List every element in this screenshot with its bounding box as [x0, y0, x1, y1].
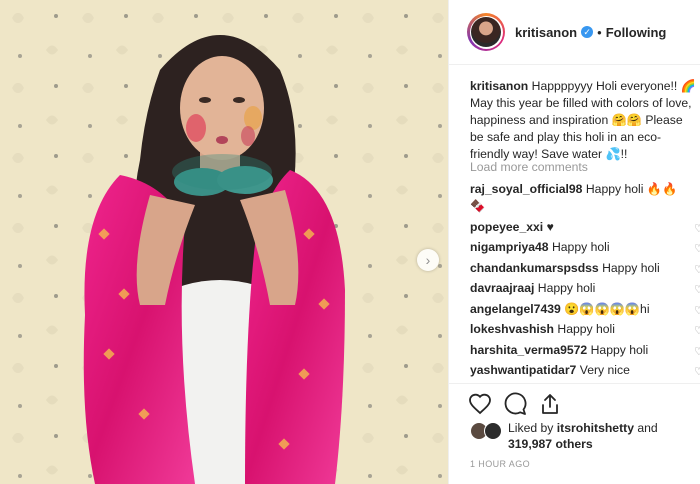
comment-username[interactable]: raj_soyal_official98 [470, 182, 582, 196]
comment-text: Happy holi [557, 322, 615, 336]
post-caption: kritisanon Happppyyy Holi everyone!! 🌈 M… [470, 78, 696, 163]
comment-username[interactable]: lokeshvashish [470, 322, 554, 336]
comment-text: Happy holi [551, 240, 610, 254]
heart-outline-icon[interactable] [468, 392, 492, 416]
comment-like-heart-icon[interactable]: ♡ [694, 364, 700, 381]
likes-count[interactable]: 319,987 others [508, 437, 593, 451]
comment-username[interactable]: harshita_verma9572 [470, 343, 587, 357]
comment-text: Happy holi [537, 281, 596, 295]
comment-like-heart-icon[interactable]: ♡ [694, 282, 700, 299]
post-photo[interactable] [0, 0, 448, 484]
comment: harshita_verma9572 Happy holi ♡ [470, 342, 700, 359]
post-timestamp[interactable]: 1 HOUR AGO [470, 459, 530, 469]
liker-username[interactable]: itsrohitshetty [557, 421, 634, 435]
comment-text: Happy holi [602, 260, 660, 275]
comment: davraajraaj Happy holi ♡ [470, 280, 700, 297]
comment-text: ♥ [546, 219, 554, 234]
comment-text: Very nice [579, 363, 630, 377]
comment: angelangel7439 😮😱😱😱😱hi ♡ [470, 301, 700, 318]
header-username[interactable]: kritisanon [515, 25, 577, 40]
comment: yashwantipatidar7 Very nice ♡ [470, 362, 700, 379]
caption-username[interactable]: kritisanon [470, 79, 528, 93]
comment-like-heart-icon[interactable]: ♡ [694, 323, 700, 340]
verified-badge-icon: ✓ [581, 26, 594, 38]
comment: chandankumarspsdss Happy holi ♡ [470, 260, 700, 277]
share-icon[interactable] [538, 392, 562, 416]
liker-avatar[interactable] [484, 422, 502, 440]
following-button[interactable]: Following [606, 25, 667, 40]
comment: nigampriya48 Happy holi ♡ [470, 239, 700, 256]
comment-username[interactable]: yashwantipatidar7 [470, 363, 576, 377]
comment-bubble-icon[interactable] [503, 392, 527, 416]
comment-username[interactable]: popeyee_xxi [470, 220, 543, 234]
load-more-comments[interactable]: Load more comments [470, 160, 588, 174]
comment: popeyee_xxi ♥ ♡ [470, 219, 700, 236]
comment-username[interactable]: nigampriya48 [470, 240, 549, 254]
comment-like-heart-icon[interactable]: ♡ [694, 241, 700, 258]
comment-text: Happy holi 🔥🔥 [585, 182, 678, 196]
comment-like-heart-icon[interactable]: ♡ [694, 344, 700, 361]
comment-text-line2: 🍫 [470, 199, 486, 213]
next-photo-button[interactable]: › [417, 249, 439, 271]
photo-illustration [0, 0, 448, 484]
post-header: kritisanon ✓ • Following [449, 0, 700, 65]
comment-username[interactable]: chandankumarspsdss [470, 261, 599, 275]
comment-username[interactable]: davraajraaj [470, 281, 534, 295]
comment-text: Happy holi [590, 342, 649, 357]
action-bar [448, 383, 700, 424]
likes-summary: Liked by itsrohitshetty and 319,987 othe… [508, 420, 658, 452]
comment-like-heart-icon[interactable]: ♡ [694, 303, 700, 320]
likes-prefix: Liked by [508, 421, 557, 435]
comment-text: 😮😱😱😱😱hi [564, 301, 650, 316]
chevron-right-icon: › [425, 252, 431, 268]
comments-list: raj_soyal_official98 Happy holi 🔥🔥 🍫 pop… [470, 181, 700, 383]
likes-suffix: and [633, 421, 658, 435]
comment-like-heart-icon[interactable]: ♡ [694, 221, 700, 238]
avatar[interactable] [467, 13, 505, 51]
separator-dot: • [597, 24, 602, 40]
comment-username[interactable]: angelangel7439 [470, 302, 561, 316]
comment: raj_soyal_official98 Happy holi 🔥🔥 🍫 [470, 181, 700, 215]
comment: lokeshvashish Happy holi ♡ [470, 321, 700, 338]
comment-like-heart-icon[interactable]: ♡ [694, 262, 700, 279]
